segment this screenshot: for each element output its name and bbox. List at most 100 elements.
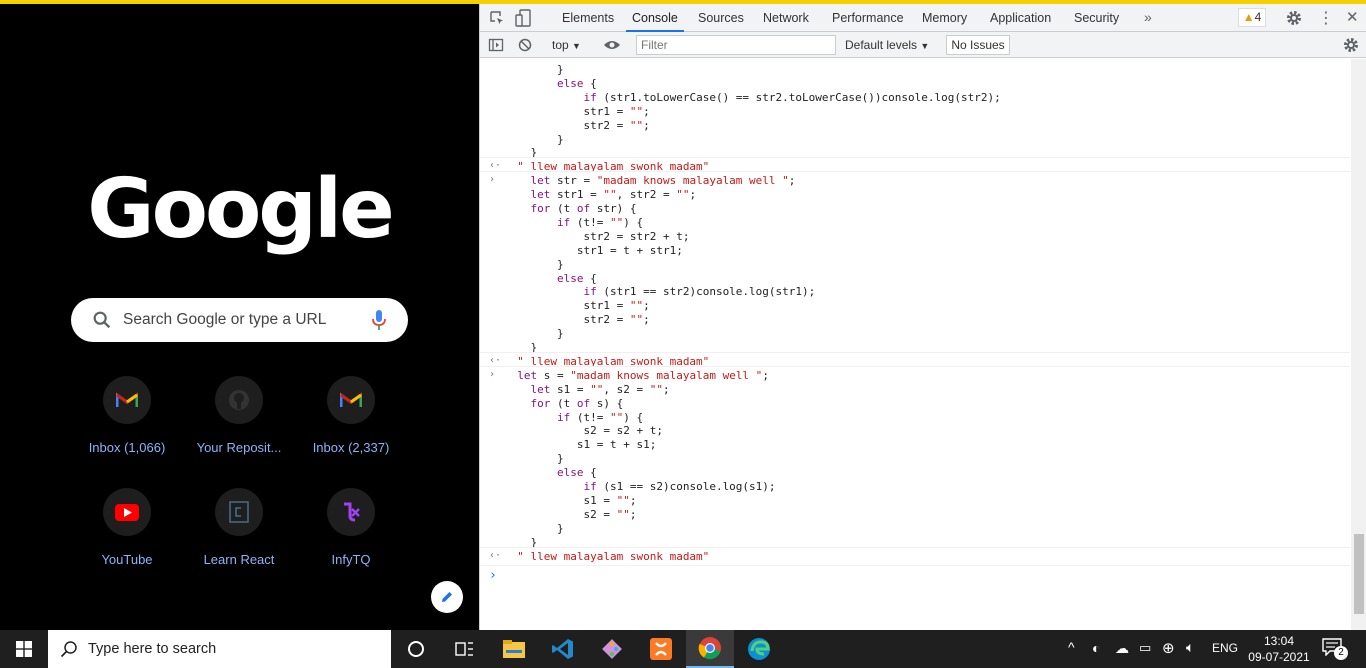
code-token: str = bbox=[550, 174, 597, 188]
notification-center-button[interactable]: 2 bbox=[1322, 638, 1348, 660]
show-hidden-icons-icon[interactable]: ^ bbox=[1068, 639, 1075, 655]
shortcut-tile[interactable]: Learn React bbox=[183, 488, 295, 588]
sidebar-toggle-icon[interactable] bbox=[488, 37, 504, 53]
customize-button[interactable] bbox=[431, 581, 463, 613]
shortcut-tile[interactable]: YouTube bbox=[71, 488, 183, 588]
shortcut-tile[interactable]: InfyTQ bbox=[295, 488, 407, 588]
chrome-icon[interactable] bbox=[686, 630, 734, 668]
console-code-line: } bbox=[504, 133, 564, 147]
gmail-icon bbox=[327, 376, 375, 424]
search-box[interactable]: Search Google or type a URL bbox=[71, 298, 408, 342]
console-code-line: } bbox=[504, 63, 564, 77]
clock[interactable]: 13:04 09-07-2021 bbox=[1244, 633, 1314, 665]
edge-icon[interactable] bbox=[735, 630, 783, 668]
console-prompt-icon[interactable]: › bbox=[489, 568, 497, 583]
tab-security[interactable]: Security bbox=[1068, 4, 1125, 32]
settings-gear-icon[interactable] bbox=[1286, 10, 1302, 26]
shortcut-tile[interactable]: Inbox (2,337) bbox=[295, 376, 407, 476]
console-code-line: s2 = s2 + t; bbox=[504, 424, 662, 438]
console-code-line: if (t!= "") { bbox=[504, 411, 643, 425]
cortana-icon[interactable] bbox=[392, 630, 440, 668]
vscode-icon[interactable] bbox=[539, 630, 587, 668]
tab-console[interactable]: Console bbox=[626, 4, 684, 32]
taskbar-search[interactable]: Type here to search bbox=[48, 630, 391, 668]
console-code-line: str2 = ""; bbox=[504, 313, 650, 327]
eye-icon[interactable] bbox=[603, 38, 621, 52]
notification-count-badge: 2 bbox=[1334, 646, 1348, 660]
shortcut-tile[interactable]: Your Reposit... bbox=[183, 376, 295, 476]
taskbar-search-input[interactable]: Type here to search bbox=[88, 641, 216, 657]
code-token: "" bbox=[603, 188, 617, 202]
issues-button[interactable]: No Issues bbox=[946, 35, 1010, 55]
battery-icon[interactable]: ▭ bbox=[1139, 640, 1151, 656]
file-explorer-icon[interactable] bbox=[490, 630, 538, 668]
code-token: ; bbox=[643, 299, 650, 313]
code-token: ; bbox=[643, 313, 650, 327]
dropdown-arrow-icon: ▼ bbox=[572, 41, 581, 51]
context-selector[interactable]: top ▼ bbox=[552, 38, 581, 52]
windows-logo-icon bbox=[16, 641, 32, 657]
code-token: ; bbox=[788, 174, 796, 188]
console-code-line: else { bbox=[504, 77, 597, 91]
volume-icon[interactable]: 🔈︎ bbox=[1186, 639, 1194, 656]
search-input[interactable]: Search Google or type a URL bbox=[123, 311, 326, 329]
language-indicator[interactable]: ENG bbox=[1212, 641, 1238, 655]
git-icon[interactable] bbox=[588, 630, 636, 668]
shortcut-label: Your Reposit... bbox=[196, 440, 282, 455]
code-token: s2 = bbox=[583, 507, 617, 521]
filter-input[interactable]: Filter bbox=[636, 35, 836, 55]
tab-memory[interactable]: Memory bbox=[916, 4, 973, 32]
shortcut-label: InfyTQ bbox=[331, 552, 371, 567]
console-code-line: for (t of s) { bbox=[504, 397, 624, 411]
shortcut-tile[interactable]: Inbox (1,066) bbox=[71, 376, 183, 476]
tab-application[interactable]: Application bbox=[984, 4, 1057, 32]
code-token: ; bbox=[762, 368, 769, 382]
warnings-badge[interactable]: ▲4 bbox=[1238, 8, 1266, 27]
console-settings-gear-icon[interactable] bbox=[1343, 37, 1359, 53]
code-token: "" bbox=[590, 382, 604, 396]
code-token: for bbox=[530, 202, 551, 215]
tab-sources[interactable]: Sources bbox=[692, 4, 750, 32]
clear-console-icon[interactable] bbox=[517, 37, 533, 53]
console-code-line: let str1 = "", str2 = ""; bbox=[504, 188, 697, 202]
console-code-line: let s1 = "", s2 = ""; bbox=[504, 383, 670, 397]
tab-network[interactable]: Network bbox=[757, 4, 815, 32]
console-output[interactable]: } else { if (str1.toLowerCase() == str2.… bbox=[480, 59, 1350, 630]
onedrive-icon[interactable]: ☁ bbox=[1115, 640, 1129, 657]
microphone-icon[interactable] bbox=[371, 309, 387, 331]
console-scrollbar[interactable] bbox=[1351, 59, 1366, 630]
network-globe-icon[interactable]: ⊕ bbox=[1162, 639, 1175, 657]
code-token: } bbox=[556, 257, 564, 271]
code-token: ; bbox=[643, 118, 650, 132]
console-code-line: for (t of str) { bbox=[504, 202, 637, 216]
task-view-icon[interactable] bbox=[440, 630, 488, 668]
code-token: "madam knows malayalam well " bbox=[570, 368, 763, 382]
google-logo: Google bbox=[87, 162, 394, 257]
meet-now-icon[interactable]: ◐ bbox=[1092, 640, 1100, 656]
device-toolbar-icon[interactable] bbox=[515, 9, 531, 27]
log-levels-dropdown[interactable]: Default levels ▼ bbox=[845, 38, 929, 52]
tab-performance[interactable]: Performance bbox=[826, 4, 910, 32]
more-tabs-icon[interactable]: » bbox=[1144, 9, 1152, 25]
code-token: ) { bbox=[623, 215, 644, 229]
close-icon[interactable]: ✕ bbox=[1346, 8, 1359, 26]
learn-react-icon bbox=[215, 488, 263, 536]
console-code-line: str1 = t + str1; bbox=[504, 244, 683, 258]
scrollbar-thumb[interactable] bbox=[1354, 534, 1364, 614]
start-button[interactable] bbox=[0, 630, 48, 668]
kebab-menu-icon[interactable]: ⋮ bbox=[1318, 8, 1334, 28]
console-code-line: else { bbox=[504, 272, 597, 286]
inspect-element-icon[interactable] bbox=[489, 10, 505, 26]
tab-elements[interactable]: Elements bbox=[556, 4, 620, 32]
xampp-icon[interactable] bbox=[637, 630, 685, 668]
